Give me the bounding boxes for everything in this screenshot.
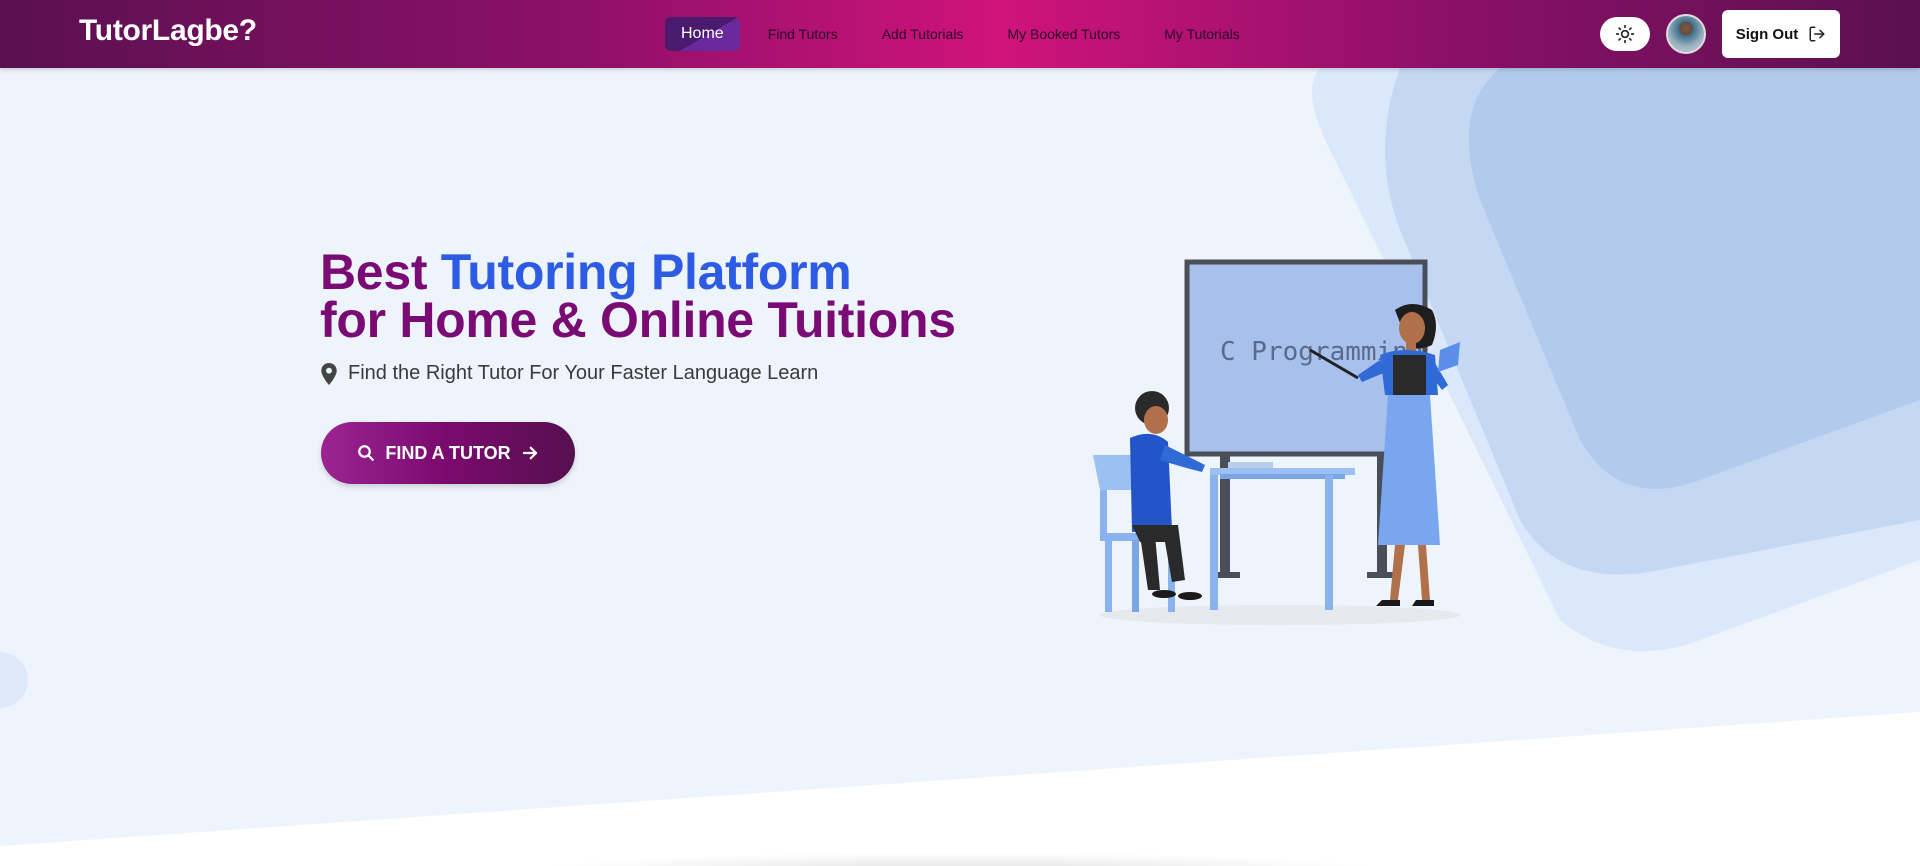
- find-a-tutor-label: FIND A TUTOR: [385, 442, 511, 463]
- nav-links: Home Find Tutors Add Tutorials My Booked…: [665, 16, 1268, 52]
- user-avatar[interactable]: [1666, 14, 1706, 54]
- nav-item-add-tutorials[interactable]: Add Tutorials: [866, 16, 980, 52]
- content-card-shadow: [520, 852, 1400, 866]
- brand-logo[interactable]: TutorLagbe?: [79, 14, 257, 48]
- hero-title-line2: for Home & Online Tuitions: [320, 292, 956, 348]
- sun-icon: [1615, 24, 1635, 44]
- find-a-tutor-button[interactable]: FIND A TUTOR: [321, 422, 575, 484]
- hero-subtitle-text: Find the Right Tutor For Your Faster Lan…: [348, 362, 819, 384]
- nav-item-my-tutorials[interactable]: My Tutorials: [1148, 16, 1255, 52]
- arrow-right-icon: [522, 446, 537, 460]
- nav-item-home[interactable]: Home: [665, 17, 740, 51]
- search-icon: [358, 445, 375, 461]
- theme-toggle-button[interactable]: [1600, 17, 1650, 51]
- navbar: TutorLagbe? Home Find Tutors Add Tutoria…: [0, 0, 1920, 68]
- sign-out-button[interactable]: Sign Out: [1722, 10, 1840, 58]
- background-shapes: [0, 68, 1920, 866]
- nav-item-find-tutors[interactable]: Find Tutors: [752, 16, 854, 52]
- logout-icon: [1809, 26, 1825, 42]
- nav-item-my-booked-tutors[interactable]: My Booked Tutors: [991, 16, 1136, 52]
- hero-subtitle: Find the Right Tutor For Your Faster Lan…: [320, 362, 818, 385]
- sign-out-label: Sign Out: [1735, 25, 1799, 43]
- location-pin-icon: [321, 362, 337, 385]
- classroom-illustration: C Programming: [1093, 259, 1460, 625]
- hero-title: Best Tutoring Platform for Home & Online…: [320, 247, 956, 345]
